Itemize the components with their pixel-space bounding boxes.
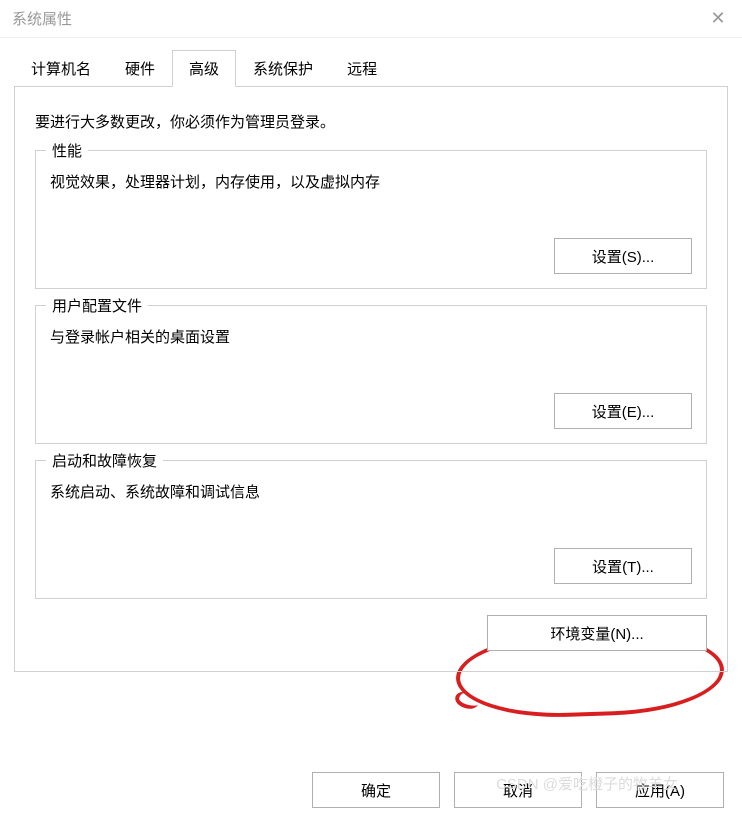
tab-computer-name[interactable]: 计算机名 bbox=[14, 50, 108, 87]
tab-system-protection[interactable]: 系统保护 bbox=[236, 50, 330, 87]
dialog-footer: 确定 取消 应用(A) bbox=[312, 772, 724, 808]
tab-advanced[interactable]: 高级 bbox=[172, 50, 236, 87]
tab-panel-advanced: 要进行大多数更改，你必须作为管理员登录。 性能 视觉效果，处理器计划，内存使用，… bbox=[14, 86, 728, 672]
group-performance-desc: 视觉效果，处理器计划，内存使用，以及虚拟内存 bbox=[50, 171, 692, 192]
window-title: 系统属性 bbox=[12, 8, 72, 29]
tab-remote[interactable]: 远程 bbox=[330, 50, 394, 87]
group-user-profiles-desc: 与登录帐户相关的桌面设置 bbox=[50, 326, 692, 347]
group-startup-title: 启动和故障恢复 bbox=[46, 450, 163, 471]
titlebar: 系统属性 ✕ bbox=[0, 0, 742, 38]
close-icon[interactable]: ✕ bbox=[706, 7, 730, 31]
tab-hardware[interactable]: 硬件 bbox=[108, 50, 172, 87]
env-row: 环境变量(N)... bbox=[35, 615, 707, 651]
performance-settings-button[interactable]: 设置(S)... bbox=[554, 238, 692, 274]
group-performance: 性能 视觉效果，处理器计划，内存使用，以及虚拟内存 设置(S)... bbox=[35, 150, 707, 289]
cancel-button[interactable]: 取消 bbox=[454, 772, 582, 808]
ok-button[interactable]: 确定 bbox=[312, 772, 440, 808]
group-startup-recovery: 启动和故障恢复 系统启动、系统故障和调试信息 设置(T)... bbox=[35, 460, 707, 599]
user-profiles-settings-button[interactable]: 设置(E)... bbox=[554, 393, 692, 429]
group-user-profiles-title: 用户配置文件 bbox=[46, 295, 148, 316]
group-performance-title: 性能 bbox=[46, 140, 88, 161]
tab-strip: 计算机名 硬件 高级 系统保护 远程 bbox=[0, 38, 742, 87]
startup-settings-button[interactable]: 设置(T)... bbox=[554, 548, 692, 584]
apply-button[interactable]: 应用(A) bbox=[596, 772, 724, 808]
admin-notice: 要进行大多数更改，你必须作为管理员登录。 bbox=[35, 111, 707, 132]
group-user-profiles: 用户配置文件 与登录帐户相关的桌面设置 设置(E)... bbox=[35, 305, 707, 444]
group-startup-desc: 系统启动、系统故障和调试信息 bbox=[50, 481, 692, 502]
environment-variables-button[interactable]: 环境变量(N)... bbox=[487, 615, 707, 651]
